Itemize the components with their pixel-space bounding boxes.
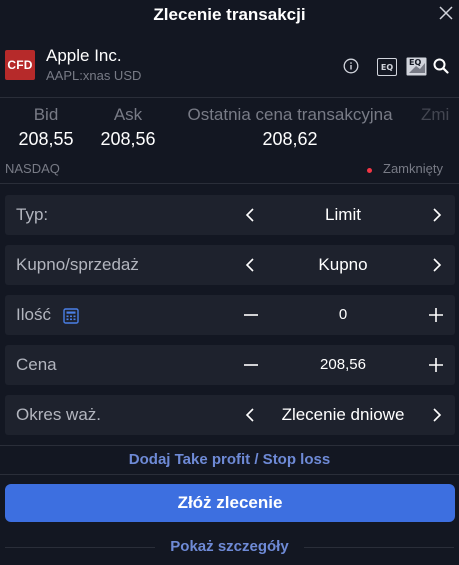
header: Zlecenie transakcji — [0, 0, 459, 30]
market-status-row: NASDAQ Zamknięty — [0, 160, 459, 180]
validity-selector[interactable]: Okres waż. Zlecenie dniowe — [5, 395, 455, 435]
bid-value: 208,55 — [18, 129, 74, 149]
bid-label: Bid — [33, 105, 59, 124]
divider — [304, 547, 454, 548]
market-closed-dot — [367, 168, 372, 173]
quotes-bar: Bid 208,55 Ask 208,56 Ostatnia cena tran… — [0, 100, 459, 156]
divider — [0, 445, 459, 446]
info-icon[interactable] — [343, 58, 359, 74]
change-quote: Zmi — [421, 105, 459, 125]
equity-icon[interactable]: EQ — [377, 58, 397, 76]
instrument-symbol: AAPL:xnas USD — [46, 68, 142, 83]
side-label: Kupno/sprzedaż — [16, 255, 139, 274]
order-type-value: Limit — [325, 205, 361, 224]
price-label: Cena — [16, 355, 57, 374]
panel-title: Zlecenie transakcji — [153, 5, 306, 24]
last-price-value: 208,62 — [262, 129, 318, 149]
close-icon[interactable] — [438, 5, 454, 21]
price-stepper[interactable]: Cena 208,56 — [5, 345, 455, 385]
ask-quote[interactable]: Ask 208,56 — [96, 105, 160, 150]
last-price-label: Ostatnia cena transakcyjna — [187, 105, 393, 124]
order-type-selector[interactable]: Typ: Limit — [5, 195, 455, 235]
plus-icon[interactable] — [428, 357, 444, 373]
order-ticket-panel: Zlecenie transakcji CFD Apple Inc. AAPL:… — [0, 0, 459, 565]
quantity-stepper[interactable]: Ilość 0 — [5, 295, 455, 335]
bid-quote[interactable]: Bid 208,55 — [16, 105, 76, 150]
validity-value: Zlecenie dniowe — [281, 405, 405, 424]
search-icon[interactable] — [433, 58, 449, 74]
chevron-right-icon[interactable] — [428, 257, 444, 273]
add-tp-sl-link[interactable]: Dodaj Take profit / Stop loss — [0, 451, 459, 468]
divider — [0, 474, 459, 475]
price-value[interactable]: 208,56 — [250, 356, 436, 373]
ask-label: Ask — [113, 105, 143, 124]
divider — [0, 183, 459, 184]
chevron-right-icon[interactable] — [428, 207, 444, 223]
divider — [5, 547, 155, 548]
change-label: Zmi — [421, 105, 450, 124]
place-order-button[interactable]: Złóż zlecenie — [5, 484, 455, 522]
side-selector[interactable]: Kupno/sprzedaż Kupno — [5, 245, 455, 285]
plus-icon[interactable] — [428, 307, 444, 323]
exchange-name: NASDAQ — [5, 161, 60, 176]
divider — [0, 97, 459, 98]
last-price-quote: Ostatnia cena transakcyjna 208,62 — [177, 105, 403, 150]
order-type-label: Typ: — [16, 205, 49, 224]
ask-value: 208,56 — [100, 129, 156, 149]
instrument-row: CFD Apple Inc. AAPL:xnas USD EQ EQ — [0, 40, 459, 90]
equity-chart-label: EQ — [409, 58, 422, 67]
cfd-logo: CFD — [5, 50, 35, 80]
instrument-name: Apple Inc. — [46, 46, 122, 65]
equity-chart-icon[interactable]: EQ — [406, 57, 428, 77]
chevron-right-icon[interactable] — [428, 407, 444, 423]
quantity-label: Ilość — [16, 305, 51, 324]
quantity-value[interactable]: 0 — [250, 306, 436, 323]
calculator-icon[interactable] — [63, 308, 79, 324]
market-status: Zamknięty — [383, 161, 443, 176]
side-value: Kupno — [318, 255, 368, 274]
validity-label: Okres waż. — [16, 405, 102, 424]
